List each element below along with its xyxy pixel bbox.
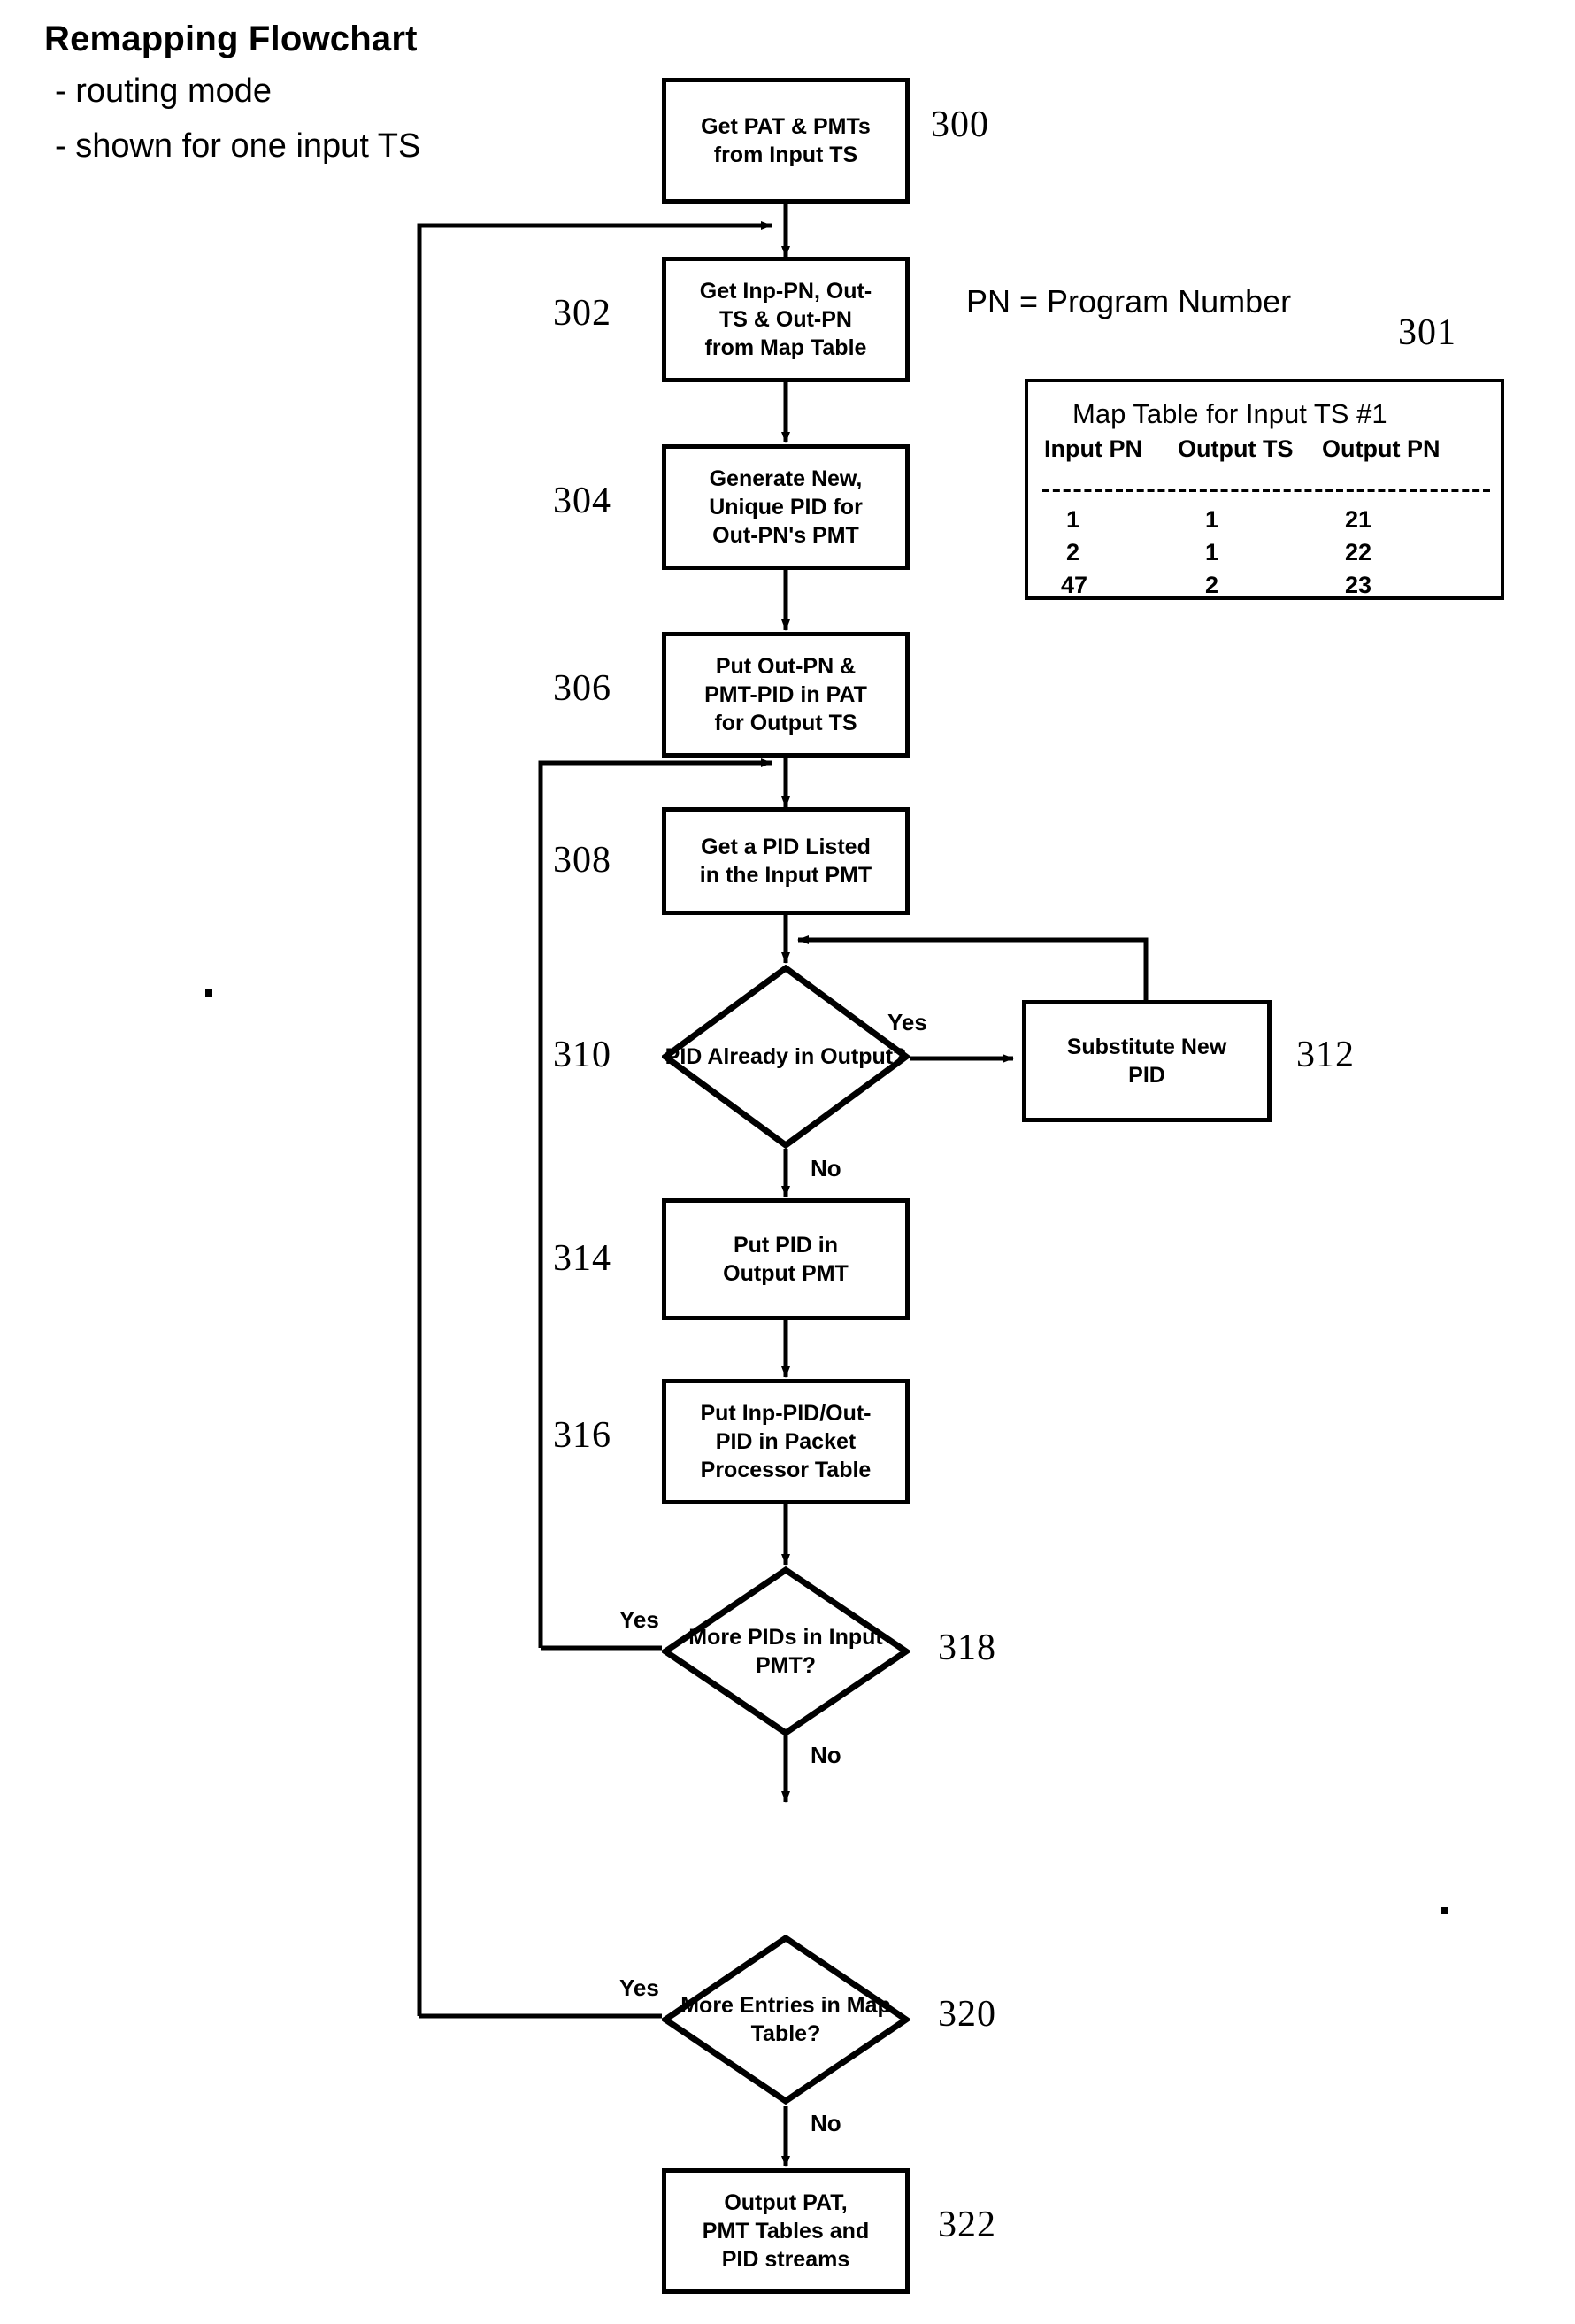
map-table-r2-c0: 47 <box>1061 572 1088 598</box>
scan-speck-left <box>205 989 212 997</box>
process-box-316-line-1: Put Inp-PID/Out- <box>700 1401 872 1426</box>
map-table-divider <box>1042 489 1490 492</box>
process-box-322[interactable]: Output PAT, PMT Tables and PID streams <box>662 2168 910 2294</box>
decision-320-line-1: More Entries <box>680 1992 815 2018</box>
process-box-302-line-1: Get Inp-PN, Out- <box>699 279 872 304</box>
process-box-312[interactable]: Substitute New PID <box>1022 1000 1272 1122</box>
subtitle-one-input-ts: - shown for one input TS <box>55 127 421 165</box>
map-table-r1-c0: 2 <box>1066 539 1080 566</box>
decision-310-line-1: PID Already <box>665 1043 789 1069</box>
process-box-314[interactable]: Put PID in Output PMT <box>662 1198 910 1320</box>
map-table-r0-c2: 21 <box>1345 506 1372 533</box>
map-table-r1-c2: 22 <box>1345 539 1372 566</box>
process-box-302-line-2: TS & Out-PN <box>718 307 852 332</box>
subtitle-routing-mode: - routing mode <box>55 73 273 110</box>
process-box-300-line-2: from Input TS <box>713 142 858 167</box>
edge-label-320-no: No <box>811 2110 841 2136</box>
ref-label-304: 304 <box>553 481 611 521</box>
ref-label-322: 322 <box>938 2205 996 2245</box>
process-box-304-line-3: Out-PN's PMT <box>712 523 859 548</box>
edge-label-310-no: No <box>811 1155 841 1181</box>
process-box-322-line-1: Output PAT, <box>724 2190 848 2215</box>
process-box-308-line-2: in the Input PMT <box>699 863 872 888</box>
ref-label-314: 314 <box>553 1238 611 1279</box>
process-box-302-line-3: from Map Table <box>704 335 867 360</box>
map-table-col-output-ts: Output TS <box>1178 435 1294 462</box>
decision-318-line-1: More PIDs in <box>688 1624 823 1650</box>
process-box-306[interactable]: Put Out-PN & PMT-PID in PAT for Output T… <box>662 632 910 758</box>
process-box-312-line-1: Substitute New <box>1066 1035 1227 1059</box>
process-box-306-line-3: for Output TS <box>714 711 857 735</box>
decision-310-line-2: in Output? <box>795 1043 907 1069</box>
process-box-316[interactable]: Put Inp-PID/Out- PID in Packet Processor… <box>662 1379 910 1504</box>
ref-label-318: 318 <box>938 1628 996 1668</box>
process-box-306-line-1: Put Out-PN & <box>715 654 857 679</box>
process-box-304[interactable]: Generate New, Unique PID for Out-PN's PM… <box>662 444 910 570</box>
ref-label-312: 312 <box>1296 1035 1355 1075</box>
edge-label-310-yes: Yes <box>887 1009 927 1035</box>
process-box-314-line-2: Output PMT <box>723 1261 849 1286</box>
process-box-322-line-3: PID streams <box>721 2247 850 2272</box>
edge-label-318-no: No <box>811 1742 841 1768</box>
edge-label-318-yes: Yes <box>619 1606 659 1633</box>
ref-label-300: 300 <box>931 104 989 145</box>
process-box-306-line-2: PMT-PID in PAT <box>704 682 867 707</box>
ref-label-306: 306 <box>553 668 611 709</box>
map-table-r1-c1: 1 <box>1205 539 1219 566</box>
map-table-title: Map Table for Input TS #1 <box>1072 398 1387 429</box>
process-box-304-line-2: Unique PID for <box>709 495 863 519</box>
decision-diamond-320[interactable]: More Entries in Map Table? <box>662 1935 910 2105</box>
ref-label-301: 301 <box>1398 312 1456 353</box>
process-box-300[interactable]: Get PAT & PMTs from Input TS <box>662 78 910 204</box>
flowchart-canvas: Remapping Flowchart - routing mode - sho… <box>0 0 1575 2324</box>
map-table-r2-c2: 23 <box>1345 572 1372 598</box>
ref-label-320: 320 <box>938 1994 996 2035</box>
decision-diamond-310[interactable]: PID Already in Output? <box>662 965 910 1149</box>
map-table-r0-c0: 1 <box>1066 506 1080 533</box>
process-box-308-line-1: Get a PID Listed <box>701 835 871 859</box>
map-table-r0-c1: 1 <box>1205 506 1219 533</box>
process-box-316-line-2: PID in Packet <box>715 1429 857 1454</box>
map-table-col-input-pn: Input PN <box>1044 435 1142 462</box>
edge-label-320-yes: Yes <box>619 1974 659 2001</box>
map-table-r2-c1: 2 <box>1205 572 1219 598</box>
scan-speck-right <box>1441 1907 1448 1914</box>
process-box-302[interactable]: Get Inp-PN, Out- TS & Out-PN from Map Ta… <box>662 257 910 382</box>
ref-label-308: 308 <box>553 840 611 881</box>
ref-label-310: 310 <box>553 1035 611 1075</box>
ref-label-316: 316 <box>553 1415 611 1456</box>
process-box-308[interactable]: Get a PID Listed in the Input PMT <box>662 807 910 915</box>
process-box-314-line-1: Put PID in <box>733 1233 839 1258</box>
process-box-300-line-1: Get PAT & PMTs <box>701 114 871 139</box>
map-table-col-output-pn: Output PN <box>1322 435 1441 462</box>
decision-diamond-318[interactable]: More PIDs in Input PMT? <box>662 1566 910 1736</box>
page-title: Remapping Flowchart <box>44 19 418 58</box>
ref-label-302: 302 <box>553 293 611 334</box>
legend-pn-definition: PN = Program Number <box>966 283 1292 319</box>
process-box-312-line-2: PID <box>1128 1063 1165 1088</box>
process-box-322-line-2: PMT Tables and <box>702 2219 870 2243</box>
process-box-316-line-3: Processor Table <box>700 1458 872 1482</box>
process-box-304-line-1: Generate New, <box>709 466 863 491</box>
